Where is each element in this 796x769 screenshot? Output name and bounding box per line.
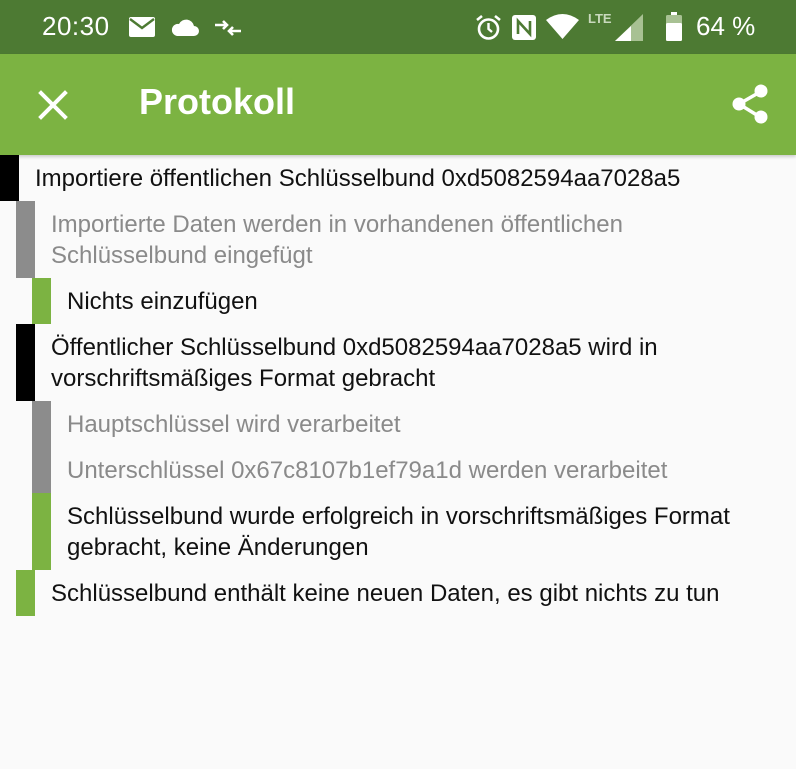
cloud-icon	[171, 19, 199, 36]
log-level-marker	[16, 201, 35, 278]
battery-icon	[666, 12, 682, 41]
status-time: 20:30	[42, 11, 110, 41]
network-type: LTE	[588, 11, 612, 26]
log-level-marker	[0, 155, 19, 201]
log-entry[interactable]: Nichts einzufügen	[0, 278, 796, 324]
mail-icon	[129, 17, 155, 37]
data-transfer-icon	[215, 20, 241, 36]
log-entry-text: Importiere öffentlichen Schlüsselbund 0x…	[35, 165, 681, 192]
log-entry-text: Unterschlüssel 0x67c8107b1ef79a1d werden…	[67, 457, 668, 484]
page-title: Protokoll	[139, 81, 296, 122]
share-button[interactable]	[726, 80, 774, 128]
battery-percent: 64 %	[696, 11, 756, 41]
log-entry[interactable]: Importierte Daten werden in vorhandenen …	[0, 201, 796, 278]
wifi-icon	[546, 14, 579, 39]
log-entry-text: Schlüsselbund wurde erfolgreich in vorsc…	[67, 503, 730, 561]
log-entry[interactable]: Hauptschlüssel wird verarbeitet	[0, 401, 796, 447]
share-icon	[732, 84, 768, 124]
close-button[interactable]	[30, 82, 76, 128]
log-entry[interactable]: Importiere öffentlichen Schlüsselbund 0x…	[0, 155, 796, 201]
log-entry-text: Importierte Daten werden in vorhandenen …	[51, 211, 623, 269]
log-entry-text: Hauptschlüssel wird verarbeitet	[67, 411, 401, 438]
log-level-marker	[32, 447, 51, 493]
log-level-marker	[16, 324, 35, 401]
cell-signal-icon	[615, 14, 643, 41]
alarm-icon	[476, 14, 501, 40]
log-entry-text: Nichts einzufügen	[67, 288, 258, 315]
log-level-marker	[32, 278, 51, 324]
log-entry[interactable]: Öffentlicher Schlüsselbund 0xd5082594aa7…	[0, 324, 796, 401]
status-bar: 20:30 LTE 64 %	[0, 0, 796, 54]
log-entry[interactable]: Schlüsselbund enthält keine neuen Daten,…	[0, 570, 796, 616]
log-list: Importiere öffentlichen Schlüsselbund 0x…	[0, 155, 796, 616]
log-entry-text: Öffentlicher Schlüsselbund 0xd5082594aa7…	[51, 334, 658, 392]
log-entry[interactable]: Schlüsselbund wurde erfolgreich in vorsc…	[0, 493, 796, 570]
app-bar: Protokoll	[0, 54, 796, 155]
log-level-marker	[16, 570, 35, 616]
nfc-icon	[512, 15, 536, 40]
log-entry[interactable]: Unterschlüssel 0x67c8107b1ef79a1d werden…	[0, 447, 796, 493]
close-icon	[38, 90, 68, 120]
log-entry-text: Schlüsselbund enthält keine neuen Daten,…	[51, 580, 720, 607]
log-level-marker	[32, 401, 51, 447]
log-level-marker	[32, 493, 51, 570]
